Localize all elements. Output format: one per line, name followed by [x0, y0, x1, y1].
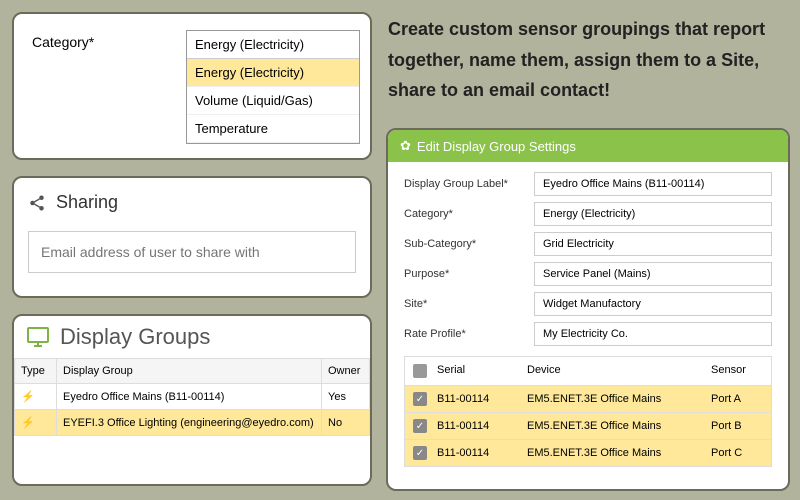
- category-input[interactable]: [534, 202, 772, 226]
- col-type[interactable]: Type: [15, 359, 57, 384]
- sensor-table-head: Serial Device Sensor: [404, 356, 772, 386]
- field-label: Category*: [404, 208, 534, 220]
- category-dropdown[interactable]: Energy (Electricity) Energy (Electricity…: [186, 30, 360, 144]
- sub-category-input[interactable]: [534, 232, 772, 256]
- sensor-serial: B11-00114: [437, 447, 527, 459]
- site-input[interactable]: [534, 292, 772, 316]
- field-label: Rate Profile*: [404, 328, 534, 340]
- bolt-icon: ⚡: [15, 410, 57, 436]
- checkbox[interactable]: ✓: [413, 392, 427, 406]
- col-owner[interactable]: Owner: [322, 359, 370, 384]
- sensor-device: EM5.ENET.3E Office Mains: [527, 420, 711, 432]
- sensor-device: EM5.ENET.3E Office Mains: [527, 447, 711, 459]
- row-group: EYEFI.3 Office Lighting (engineering@eye…: [57, 410, 322, 436]
- checkbox[interactable]: ✓: [413, 419, 427, 433]
- settings-header: ✿ Edit Display Group Settings: [388, 130, 788, 162]
- sensor-device: EM5.ENET.3E Office Mains: [527, 393, 711, 405]
- checkbox[interactable]: ✓: [413, 446, 427, 460]
- display-groups-header: Display Groups: [14, 316, 370, 358]
- sharing-email-input[interactable]: [28, 231, 356, 273]
- settings-title: Edit Display Group Settings: [417, 139, 576, 154]
- category-label: Category*: [32, 30, 186, 144]
- bolt-icon: ⚡: [15, 384, 57, 410]
- col-sensor: Sensor: [711, 364, 763, 378]
- gear-icon: ✿: [400, 138, 411, 154]
- field-label: Site*: [404, 298, 534, 310]
- sharing-title: Sharing: [56, 192, 118, 213]
- category-selected[interactable]: Energy (Electricity): [187, 31, 359, 59]
- field-label: Purpose*: [404, 268, 534, 280]
- field-label: Sub-Category*: [404, 238, 534, 250]
- monitor-icon: [26, 325, 50, 349]
- row-owner: No: [322, 410, 370, 436]
- sensor-serial: B11-00114: [437, 393, 527, 405]
- sharing-header: Sharing: [28, 192, 356, 213]
- display-groups-table: Type Display Group Owner ⚡ Eyedro Office…: [14, 358, 370, 436]
- category-option[interactable]: Temperature: [187, 115, 359, 143]
- display-group-label-input[interactable]: [534, 172, 772, 196]
- sensor-port: Port A: [711, 393, 763, 405]
- category-card: Category* Energy (Electricity) Energy (E…: [12, 12, 372, 160]
- category-option[interactable]: Volume (Liquid/Gas): [187, 87, 359, 115]
- sharing-card: Sharing: [12, 176, 372, 298]
- table-row[interactable]: ⚡ EYEFI.3 Office Lighting (engineering@e…: [15, 410, 370, 436]
- checkbox-all[interactable]: [413, 364, 427, 378]
- col-serial: Serial: [437, 364, 527, 378]
- purpose-input[interactable]: [534, 262, 772, 286]
- display-groups-title: Display Groups: [60, 324, 210, 350]
- sensor-row[interactable]: ✓ B11-00114 EM5.ENET.3E Office Mains Por…: [404, 440, 772, 467]
- settings-card: ✿ Edit Display Group Settings Display Gr…: [386, 128, 790, 491]
- row-owner: Yes: [322, 384, 370, 410]
- row-group: Eyedro Office Mains (B11-00114): [57, 384, 322, 410]
- sensor-port: Port B: [711, 420, 763, 432]
- sensor-row[interactable]: ✓ B11-00114 EM5.ENET.3E Office Mains Por…: [404, 413, 772, 440]
- field-label: Display Group Label*: [404, 178, 534, 190]
- sensor-port: Port C: [711, 447, 763, 459]
- share-icon: [28, 194, 46, 212]
- category-option[interactable]: Energy (Electricity): [187, 59, 359, 87]
- rate-profile-input[interactable]: [534, 322, 772, 346]
- col-device: Device: [527, 364, 711, 378]
- sensor-row[interactable]: ✓ B11-00114 EM5.ENET.3E Office Mains Por…: [404, 386, 772, 413]
- col-group[interactable]: Display Group: [57, 359, 322, 384]
- table-row[interactable]: ⚡ Eyedro Office Mains (B11-00114) Yes: [15, 384, 370, 410]
- display-groups-card: Display Groups Type Display Group Owner …: [12, 314, 372, 486]
- sensor-serial: B11-00114: [437, 420, 527, 432]
- promo-text: Create custom sensor groupings that repo…: [388, 14, 788, 106]
